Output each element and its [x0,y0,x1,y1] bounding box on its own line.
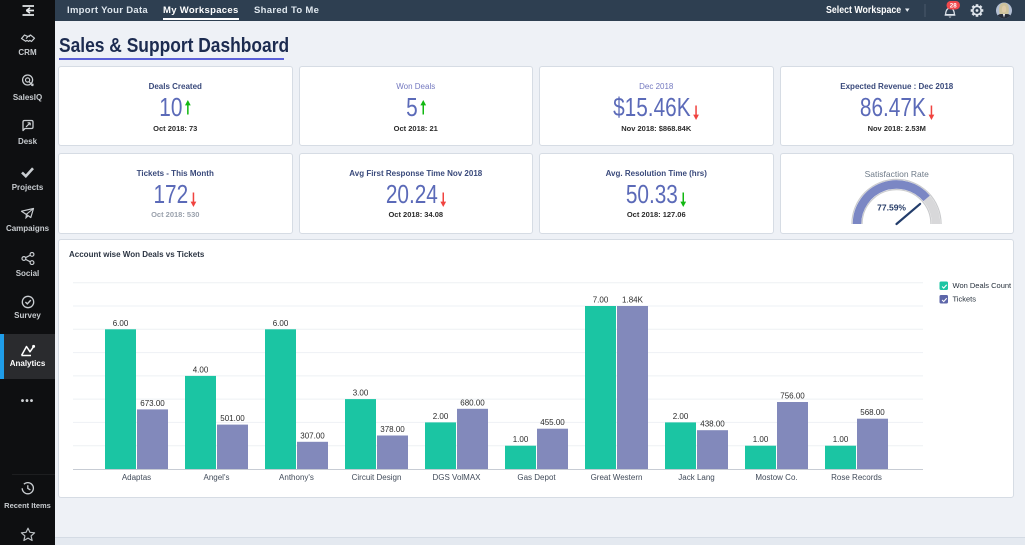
svg-text:501.00: 501.00 [220,414,245,423]
svg-text:Jack Lang: Jack Lang [678,473,714,482]
svg-text:Circuit Design: Circuit Design [352,473,402,482]
svg-text:3.00: 3.00 [353,388,369,397]
svg-text:1.00: 1.00 [833,435,849,444]
svg-text:28: 28 [950,2,957,9]
svg-text:680.00: 680.00 [460,398,485,407]
svg-text:2.00: 2.00 [673,411,689,420]
svg-text:2.00: 2.00 [433,411,449,420]
svg-text:1.00: 1.00 [513,435,529,444]
svg-text:6.00: 6.00 [113,318,129,327]
svg-text:568.00: 568.00 [860,408,885,417]
svg-text:455.00: 455.00 [540,418,565,427]
svg-text:Gas Depot: Gas Depot [517,473,556,482]
svg-text:Adaptas: Adaptas [122,473,151,482]
svg-text:4.00: 4.00 [193,365,209,374]
svg-text:77.59%: 77.59% [877,202,906,212]
svg-text:1.84K: 1.84K [622,295,644,304]
svg-text:Great Western: Great Western [591,473,643,482]
svg-text:6.00: 6.00 [273,318,289,327]
svg-text:438.00: 438.00 [700,419,725,428]
svg-text:Anthony's: Anthony's [279,473,314,482]
svg-text:Angel's: Angel's [204,473,230,482]
svg-text:378.00: 378.00 [380,425,405,434]
svg-text:Tickets: Tickets [953,294,977,303]
svg-text:7.00: 7.00 [593,295,609,304]
svg-text:1.00: 1.00 [753,435,769,444]
svg-text:Won Deals Count: Won Deals Count [953,281,1013,290]
svg-text:673.00: 673.00 [140,398,165,407]
svg-text:Mostow Co.: Mostow Co. [755,473,797,482]
svg-text:DGS VolMAX: DGS VolMAX [432,473,481,482]
svg-text:307.00: 307.00 [300,431,325,440]
svg-text:Rose Records: Rose Records [831,473,882,482]
svg-text:756.00: 756.00 [780,391,805,400]
